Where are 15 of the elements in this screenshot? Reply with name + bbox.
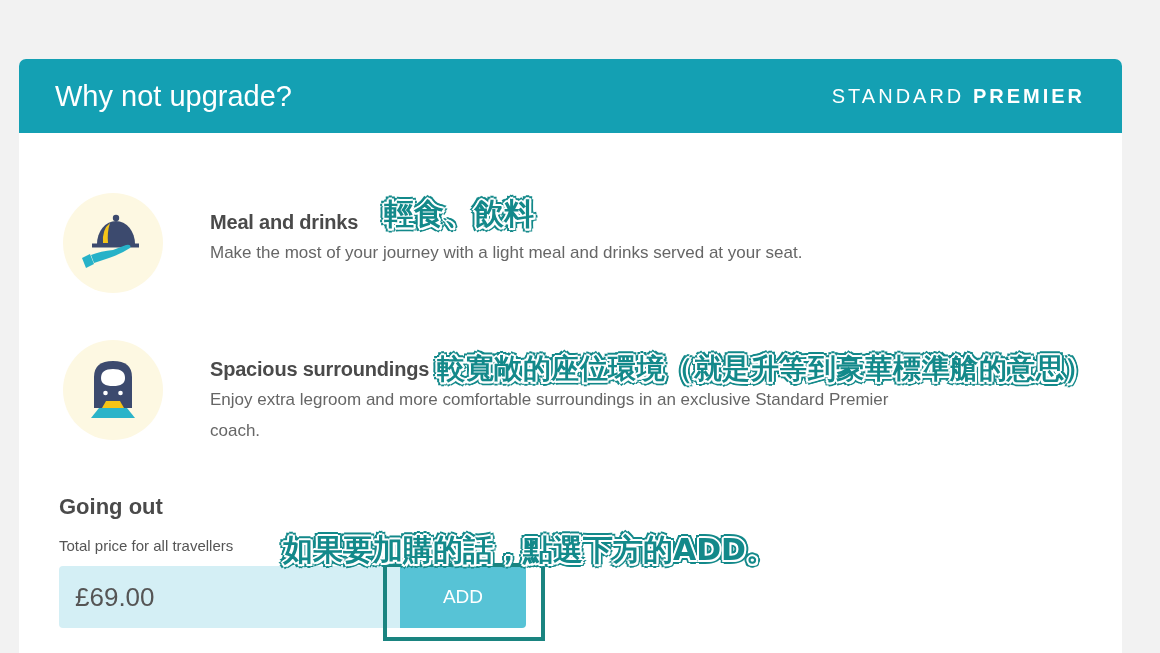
feature-description: Make the most of your journey with a light meal and drinks served at your seat. bbox=[210, 242, 803, 264]
card-title: Why not upgrade? bbox=[55, 79, 292, 113]
section-heading: Going out bbox=[59, 493, 163, 521]
annotation-text: 較寬敞的座位環境（就是升等到豪華標準艙的意思） bbox=[437, 351, 1093, 387]
train-front-icon bbox=[63, 340, 163, 440]
annotation-text: 如果要加購的話，點選下方的ADD。 bbox=[283, 531, 777, 569]
feature-title: Spacious surroundings bbox=[210, 357, 430, 381]
feature-description: Enjoy extra legroom and more comfortable surroundings in an exclusive Standard Premier coach. bbox=[210, 389, 890, 442]
feature-title: Meal and drinks bbox=[210, 210, 359, 234]
add-button[interactable]: ADD bbox=[400, 566, 526, 628]
brand-name: STANDARD PREMIER bbox=[831, 84, 1085, 108]
price-display: £69.00 bbox=[59, 566, 400, 628]
serving-cloche-icon bbox=[63, 193, 163, 293]
price-label: Total price for all travellers bbox=[59, 536, 234, 556]
annotation-text: 輕食、飲料 bbox=[384, 194, 535, 233]
